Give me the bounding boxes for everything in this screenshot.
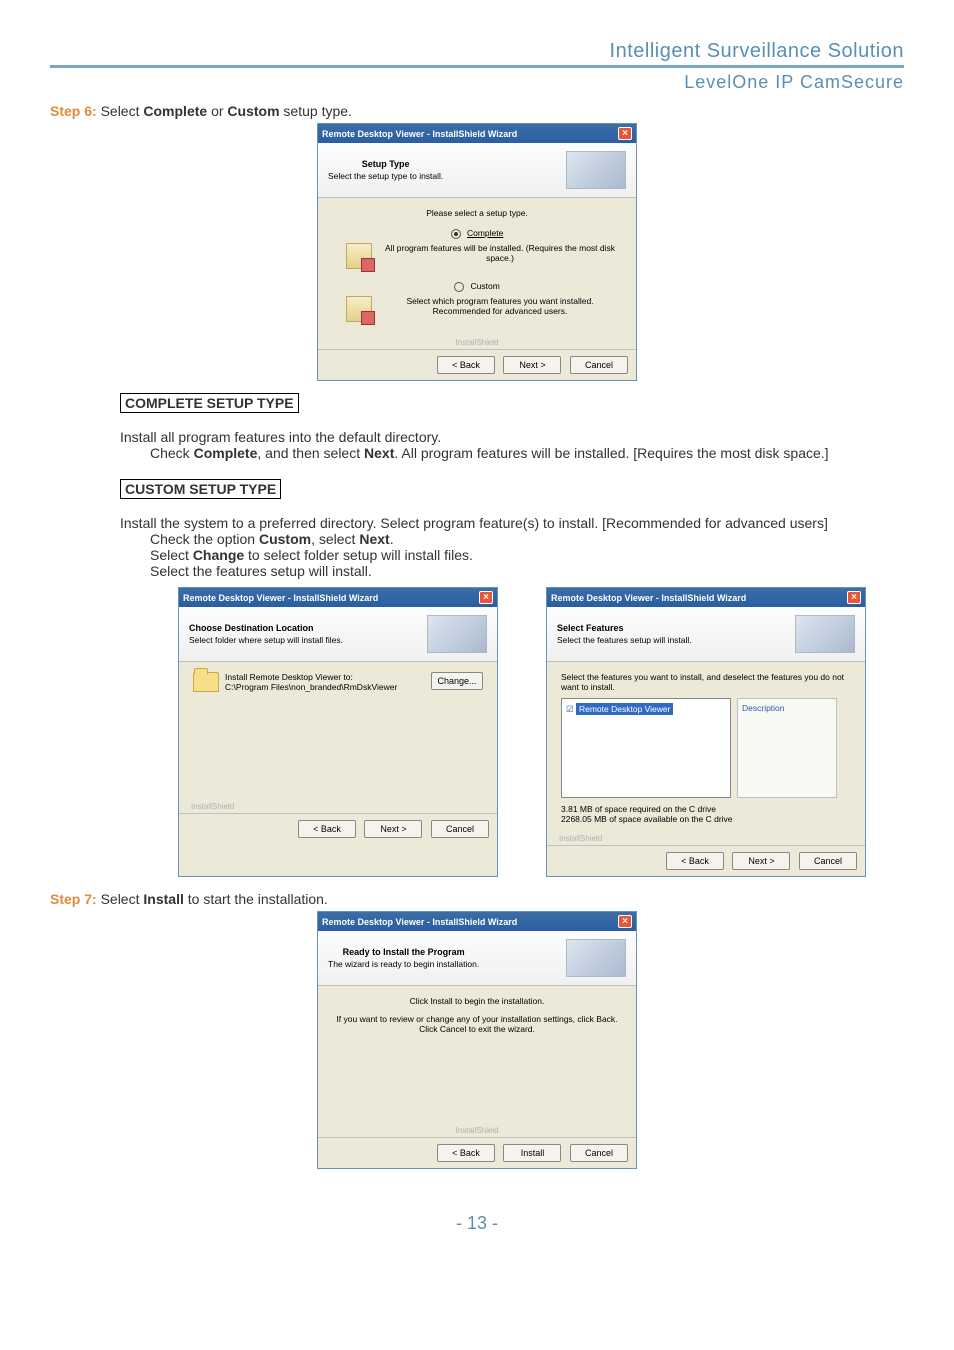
cancel-button[interactable]: Cancel [431, 820, 489, 838]
banner-image [566, 151, 626, 189]
header-title: Intelligent Surveillance Solution [50, 40, 904, 63]
next-button[interactable]: Next > [503, 356, 561, 374]
dialog-setup-type: Remote Desktop Viewer - InstallShield Wi… [317, 123, 637, 381]
dialog2-banner-title: Choose Destination Location [189, 623, 343, 633]
option-complete-desc: All program features will be installed. … [378, 243, 622, 269]
option-custom-label[interactable]: Custom [471, 281, 500, 291]
close-icon[interactable]: × [479, 591, 493, 604]
dialog-select-features: Remote Desktop Viewer - InstallShield Wi… [546, 587, 866, 877]
install-button[interactable]: Install [503, 1144, 561, 1162]
dialog4-banner-sub: The wizard is ready to begin installatio… [328, 959, 479, 969]
dialog3-prompt: Select the features you want to install,… [561, 672, 851, 692]
install-to-label: Install Remote Desktop Viewer to: [225, 672, 425, 682]
custom-line3: Select Change to select folder setup wil… [150, 547, 904, 563]
dialog1-banner-sub: Select the setup type to install. [328, 171, 443, 181]
header-rule [50, 65, 904, 68]
radio-custom[interactable] [454, 282, 464, 292]
space-required: 3.81 MB of space required on the C drive [561, 804, 851, 814]
change-button[interactable]: Change... [431, 672, 483, 690]
option-complete-label[interactable]: Complete [467, 228, 503, 238]
dialog1-banner-title: Setup Type [328, 159, 443, 169]
box-icon [346, 296, 372, 322]
dialog4-line1: Click Install to begin the installation. [332, 996, 622, 1006]
step6-label: Step 6: [50, 103, 97, 119]
page-number: - 13 - [50, 1213, 904, 1234]
folder-icon [193, 672, 219, 692]
complete-line2: Check Complete, and then select Next. Al… [150, 445, 904, 461]
back-button[interactable]: < Back [437, 1144, 495, 1162]
dialog2-title: Remote Desktop Viewer - InstallShield Wi… [183, 593, 378, 603]
dialog1-prompt: Please select a setup type. [332, 208, 622, 218]
dialog4-banner-title: Ready to Install the Program [328, 947, 479, 957]
installshield-brand: InstallShield [547, 834, 865, 845]
next-button[interactable]: Next > [732, 852, 790, 870]
close-icon[interactable]: × [618, 127, 632, 140]
dialog3-banner-sub: Select the features setup will install. [557, 635, 692, 645]
description-box: Description [737, 698, 837, 798]
banner-image [795, 615, 855, 653]
header-subtitle: LevelOne IP CamSecure [50, 72, 904, 93]
installshield-brand: InstallShield [179, 802, 497, 813]
feature-item[interactable]: Remote Desktop Viewer [576, 703, 674, 715]
close-icon[interactable]: × [847, 591, 861, 604]
cancel-button[interactable]: Cancel [570, 1144, 628, 1162]
custom-heading: CUSTOM SETUP TYPE [120, 479, 281, 499]
feature-tree[interactable]: ☑ Remote Desktop Viewer [561, 698, 731, 798]
back-button[interactable]: < Back [666, 852, 724, 870]
install-path: C:\Program Files\non_branded\RmDskViewer [225, 682, 425, 692]
complete-line1: Install all program features into the de… [120, 429, 904, 445]
dialog4-line2: If you want to review or change any of y… [332, 1014, 622, 1034]
space-available: 2268.05 MB of space available on the C d… [561, 814, 851, 824]
back-button[interactable]: < Back [298, 820, 356, 838]
dialog1-title: Remote Desktop Viewer - InstallShield Wi… [322, 129, 517, 139]
step6-line: Step 6: Select Complete or Custom setup … [50, 103, 904, 119]
step7-line: Step 7: Select Install to start the inst… [50, 891, 904, 907]
cancel-button[interactable]: Cancel [570, 356, 628, 374]
back-button[interactable]: < Back [437, 356, 495, 374]
close-icon[interactable]: × [618, 915, 632, 928]
dialog2-banner-sub: Select folder where setup will install f… [189, 635, 343, 645]
dialog-destination: Remote Desktop Viewer - InstallShield Wi… [178, 587, 498, 877]
box-icon [346, 243, 372, 269]
cancel-button[interactable]: Cancel [799, 852, 857, 870]
dialog4-title: Remote Desktop Viewer - InstallShield Wi… [322, 917, 517, 927]
step7-label: Step 7: [50, 891, 97, 907]
radio-complete[interactable] [451, 229, 461, 239]
banner-image [566, 939, 626, 977]
dialog3-title: Remote Desktop Viewer - InstallShield Wi… [551, 593, 746, 603]
next-button[interactable]: Next > [364, 820, 422, 838]
dialog-ready-install: Remote Desktop Viewer - InstallShield Wi… [317, 911, 637, 1169]
complete-heading: COMPLETE SETUP TYPE [120, 393, 299, 413]
installshield-brand: InstallShield [318, 338, 636, 349]
custom-line4: Select the features setup will install. [150, 563, 904, 579]
custom-line1: Install the system to a preferred direct… [120, 515, 904, 531]
dialog3-banner-title: Select Features [557, 623, 692, 633]
option-custom-desc: Select which program features you want i… [378, 296, 622, 322]
installshield-brand: InstallShield [318, 1126, 636, 1137]
banner-image [427, 615, 487, 653]
custom-line2: Check the option Custom, select Next. [150, 531, 904, 547]
